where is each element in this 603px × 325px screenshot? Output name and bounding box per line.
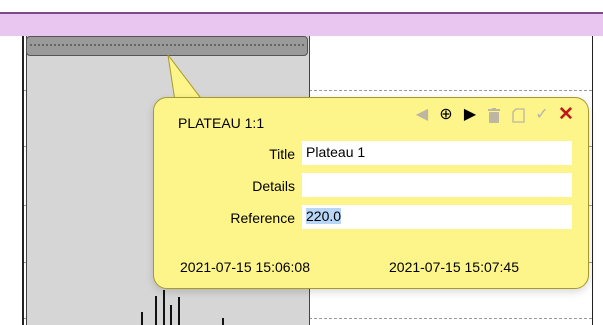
reference-row: Reference 220.0 xyxy=(154,205,588,231)
plateau-popup: PLATEAU 1:1 ◀ ⊕ ▶ ✓ ✕ Title Plateau 1 De… xyxy=(153,97,589,289)
play-icon[interactable]: ▶ xyxy=(462,107,478,123)
reference-field[interactable]: 220.0 xyxy=(302,205,572,229)
data-spike xyxy=(163,290,165,325)
range-band[interactable] xyxy=(0,12,603,36)
popup-toolbar: ◀ ⊕ ▶ ✓ ✕ xyxy=(414,105,574,124)
end-timestamp: 2021-07-15 15:07:45 xyxy=(389,259,519,275)
reference-label: Reference xyxy=(230,210,295,226)
title-field[interactable]: Plateau 1 xyxy=(302,141,572,165)
start-timestamp: 2021-07-15 15:06:08 xyxy=(180,259,310,275)
triangle-left-icon[interactable]: ◀ xyxy=(414,107,430,123)
title-row: Title Plateau 1 xyxy=(154,141,588,167)
copy-icon[interactable] xyxy=(510,107,526,123)
trash-icon[interactable] xyxy=(486,107,502,123)
data-spike xyxy=(141,312,143,325)
details-row: Details xyxy=(154,173,588,199)
close-x-icon[interactable]: ✕ xyxy=(558,105,574,124)
data-spike xyxy=(178,297,180,325)
popup-title: PLATEAU 1:1 xyxy=(178,115,265,131)
plateau-drag-handle[interactable] xyxy=(26,36,308,56)
axis-left xyxy=(22,36,24,325)
data-spike xyxy=(170,305,172,325)
callout-pointer xyxy=(167,55,204,101)
details-label: Details xyxy=(252,178,295,194)
title-label: Title xyxy=(269,146,295,162)
crosshair-icon[interactable]: ⊕ xyxy=(438,107,454,123)
details-field[interactable] xyxy=(302,173,572,197)
reference-value-selection: 220.0 xyxy=(306,208,342,224)
data-spike xyxy=(222,318,224,325)
data-spike xyxy=(155,296,157,325)
check-icon[interactable]: ✓ xyxy=(534,107,550,123)
axis-right xyxy=(592,36,593,325)
